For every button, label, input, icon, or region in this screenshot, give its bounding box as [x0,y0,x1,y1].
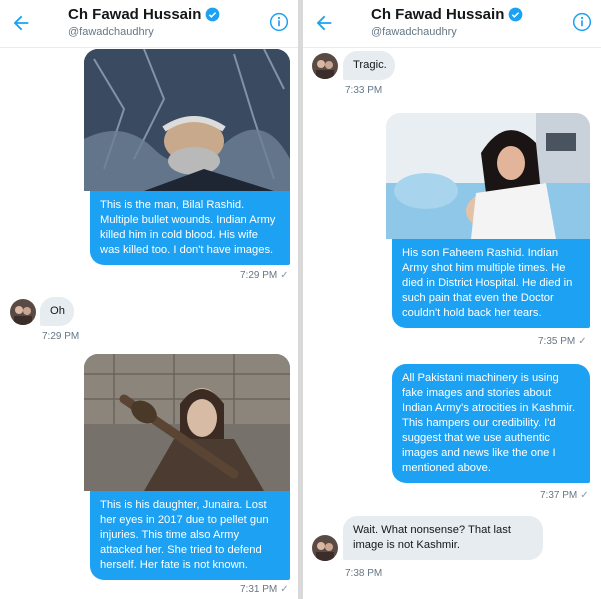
message-text: Tragic. [353,59,387,71]
contact-name: Ch Fawad Hussain [371,6,523,23]
message-image-girl-with-club[interactable] [84,354,290,491]
message-text: Wait. What nonsense? That last image is … [353,524,511,551]
message-text: This is his daughter, Junaira. Lost her … [100,499,269,571]
contact-handle: @fawadchaudhry [371,26,457,38]
message-timestamp: 7:35 PM ✓ [538,336,587,347]
message-image-doctor-crying[interactable] [386,113,590,239]
message-text: His son Faheem Rashid. Indian Army shot … [402,247,573,319]
conversation-header: Ch Fawad Hussain @fawadchaudhry [0,0,298,48]
message-text: This is the man, Bilal Rashid. Multiple … [100,199,276,256]
conversation-panel-right: Ch Fawad Hussain @fawadchaudhry Tragic. … [303,0,601,599]
message-bubble-sent[interactable]: This is his daughter, Junaira. Lost her … [90,491,290,580]
message-text: Oh [50,305,65,317]
read-check-icon: ✓ [280,584,289,595]
contact-name: Ch Fawad Hussain [68,6,220,23]
avatar[interactable] [312,535,338,561]
message-bubble-sent[interactable]: This is the man, Bilal Rashid. Multiple … [90,191,290,265]
info-icon[interactable] [269,12,289,32]
message-timestamp: 7:29 PM [42,331,80,342]
message-text: All Pakistani machinery is using fake im… [402,372,576,474]
message-timestamp: 7:29 PM ✓ [240,270,289,281]
read-check-icon: ✓ [578,336,587,347]
contact-handle: @fawadchaudhry [68,26,154,38]
message-bubble-sent[interactable]: His son Faheem Rashid. Indian Army shot … [392,239,590,328]
avatar[interactable] [10,299,36,325]
back-arrow-icon[interactable] [10,12,32,34]
message-bubble-received[interactable]: Wait. What nonsense? That last image is … [343,516,543,560]
message-timestamp: 7:31 PM ✓ [240,584,289,595]
back-arrow-icon[interactable] [313,12,335,34]
message-timestamp: 7:37 PM ✓ [540,490,589,501]
message-image-man-in-snow[interactable] [84,49,290,191]
message-bubble-received[interactable]: Tragic. [343,51,395,80]
verified-icon [508,7,523,22]
avatar[interactable] [312,53,338,79]
message-timestamp: 7:33 PM [345,85,383,96]
info-icon[interactable] [572,12,592,32]
conversation-panel-left: Ch Fawad Hussain @fawadchaudhry This is … [0,0,298,599]
message-timestamp: 7:38 PM [345,568,383,579]
conversation-header: Ch Fawad Hussain @fawadchaudhry [303,0,601,48]
message-bubble-sent[interactable]: All Pakistani machinery is using fake im… [392,364,590,483]
message-bubble-received[interactable]: Oh [40,297,74,326]
read-check-icon: ✓ [280,270,289,281]
verified-icon [205,7,220,22]
read-check-icon: ✓ [580,490,589,501]
